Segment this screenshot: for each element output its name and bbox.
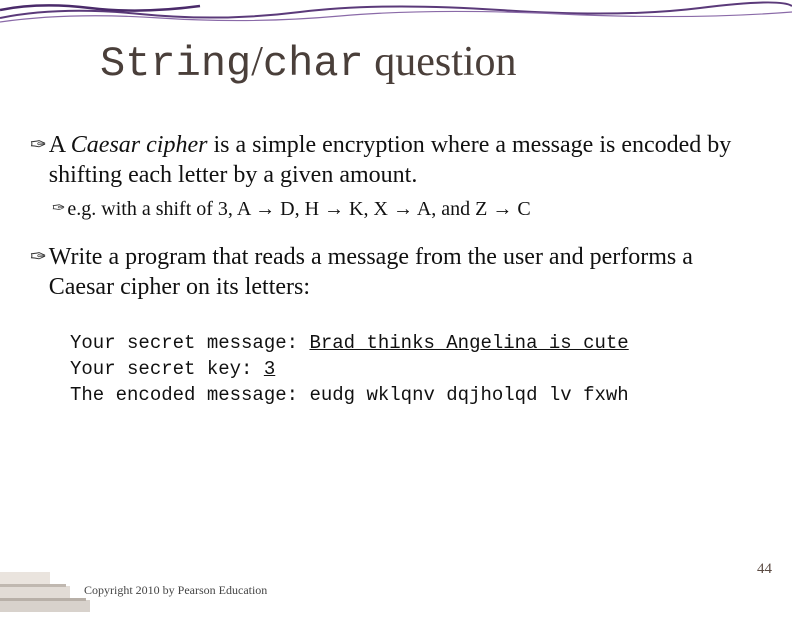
title-slash: / bbox=[251, 39, 263, 85]
slide-bottom-decoration bbox=[0, 552, 90, 612]
bullet-1-sub: ✑ e.g. with a shift of 3, A → D, H → K, … bbox=[52, 196, 764, 222]
code-line-1: Your secret message: Brad thinks Angelin… bbox=[70, 330, 764, 356]
bullet-icon: ✑ bbox=[30, 242, 47, 272]
title-rest: question bbox=[364, 39, 517, 85]
slide-top-decoration bbox=[0, 0, 792, 32]
bullet-icon: ✑ bbox=[52, 196, 65, 222]
slide-body: ✑ A Caesar cipher is a simple encryption… bbox=[30, 130, 764, 408]
bullet-2-text: Write a program that reads a message fro… bbox=[49, 242, 764, 302]
code-line-2: Your secret key: 3 bbox=[70, 356, 764, 382]
bullet-1: ✑ A Caesar cipher is a simple encryption… bbox=[30, 130, 764, 190]
code-line-3: The encoded message: eudg wklqnv dqjholq… bbox=[70, 382, 764, 408]
bullet-icon: ✑ bbox=[30, 130, 47, 160]
bullet-1-text: A Caesar cipher is a simple encryption w… bbox=[49, 130, 764, 190]
page-number: 44 bbox=[757, 561, 772, 578]
title-code-1: String bbox=[100, 40, 251, 88]
bullet-2: ✑ Write a program that reads a message f… bbox=[30, 242, 764, 302]
copyright-text: Copyright 2010 by Pearson Education bbox=[84, 583, 267, 598]
code-sample: Your secret message: Brad thinks Angelin… bbox=[70, 330, 764, 408]
title-code-2: char bbox=[263, 40, 364, 88]
slide-title: String/char question bbox=[100, 38, 517, 88]
bullet-1-sub-text: e.g. with a shift of 3, A → D, H → K, X … bbox=[67, 196, 530, 222]
